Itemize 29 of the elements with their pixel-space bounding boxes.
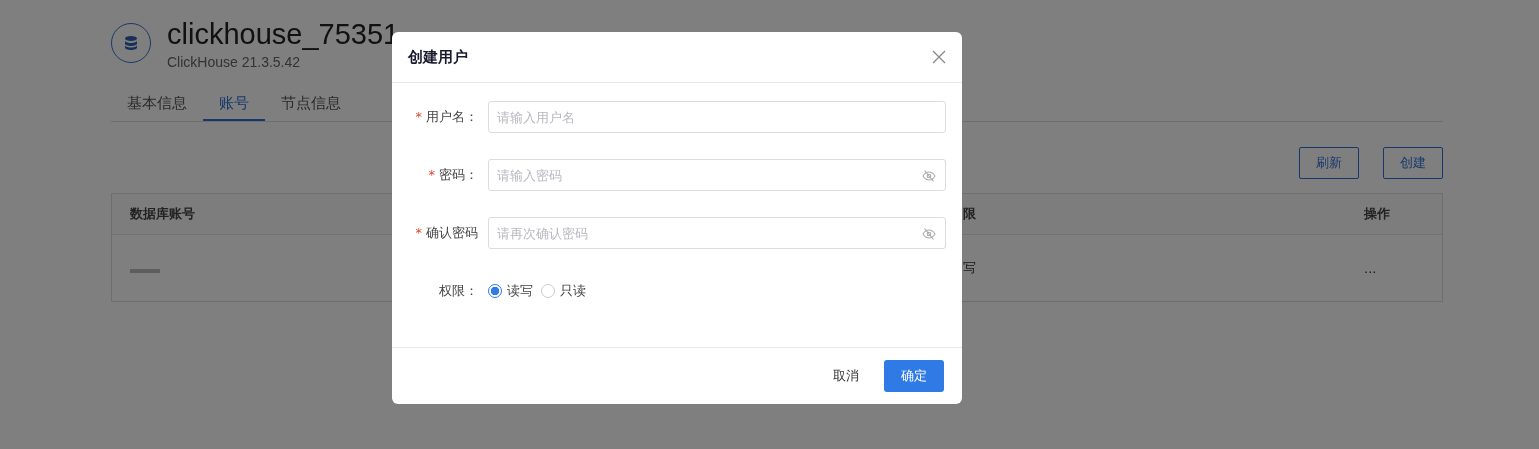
required-mark: *	[428, 167, 435, 182]
version-text: ClickHouse 21.3.5.42	[167, 54, 301, 70]
input-field[interactable]: 请输入用户名	[488, 101, 946, 133]
column-header: 数据库账号	[130, 205, 196, 223]
close-icon[interactable]	[932, 50, 946, 64]
input-field[interactable]: 请再次确认密码	[488, 217, 946, 249]
tab[interactable]: 节点信息	[265, 90, 357, 121]
field-label: 确认密码	[426, 225, 478, 240]
redacted-mark	[130, 268, 160, 273]
dialog-title: 创建用户	[408, 47, 468, 67]
more-actions[interactable]: ...	[1364, 260, 1424, 276]
radio-button[interactable]	[488, 284, 502, 298]
field-label: 权限：	[439, 283, 478, 298]
tab[interactable]: 基本信息	[111, 90, 203, 121]
required-mark: *	[415, 225, 422, 240]
radio-label: 只读	[560, 282, 586, 300]
radio-label: 读写	[507, 282, 533, 300]
tab[interactable]: 账号	[203, 90, 265, 121]
field-label: 用户名：	[426, 109, 478, 124]
column-header: 操作	[1364, 205, 1391, 223]
column-header: 限	[963, 205, 977, 223]
confirm-button[interactable]: 确定	[884, 360, 944, 392]
table-cell-text: 写	[963, 259, 977, 277]
required-mark: *	[415, 109, 422, 124]
field-label: 密码：	[439, 167, 478, 182]
input-field[interactable]: 请输入密码	[488, 159, 946, 191]
instance-title: clickhouse_75351	[167, 17, 400, 52]
outline-button[interactable]: 创建	[1383, 147, 1443, 179]
outline-button[interactable]: 刷新	[1299, 147, 1359, 179]
